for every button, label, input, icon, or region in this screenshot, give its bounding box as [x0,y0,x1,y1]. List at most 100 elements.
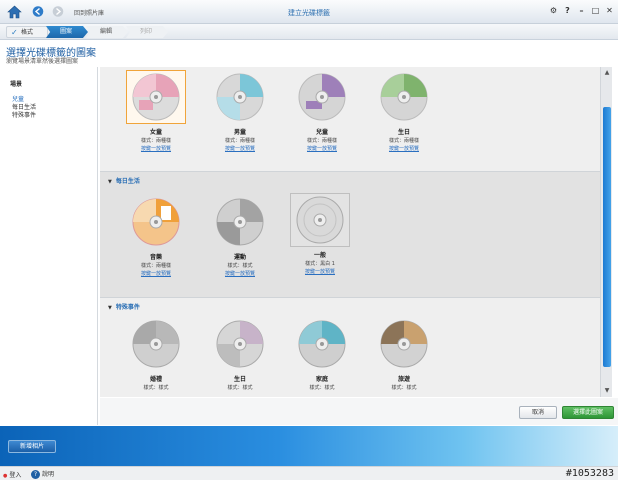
photo-tray: 新增相片 [0,426,618,466]
preview-link[interactable]: 按鍵一放預覽 [374,145,434,152]
minimize-icon[interactable]: – [577,6,586,15]
design-name: 婚禮 [149,376,162,383]
collapse-arrow-icon[interactable]: ▼ [108,179,112,185]
home-icon[interactable] [7,5,22,19]
design-item-sports[interactable]: 運動 樣式：樣式 按鍵一放預覽 [210,195,270,277]
status-bar: ● 登入 ? 說明 #1053283 [0,466,618,480]
section-divider [100,171,600,172]
design-thumbnail[interactable] [210,195,270,249]
scroll-down-icon[interactable]: ▼ [603,387,611,395]
preview-link[interactable]: 按鍵一放預覽 [210,270,270,277]
step-label: 列印 [140,28,153,35]
sidebar-item-daily-life[interactable]: 每日生活 [12,104,36,112]
design-thumbnail[interactable] [210,70,270,124]
design-item-event-birthday[interactable]: 生日 樣式：樣式 [210,317,270,391]
design-style: 樣式：兩種樣 [306,138,337,144]
design-name: 生日 [397,129,410,136]
design-item-girl[interactable]: 女童 樣式：兩種樣 按鍵一放預覽 [126,70,186,152]
design-item-birthday[interactable]: 生日 樣式：兩種樣 按鍵一放預覽 [374,70,434,152]
step-label: 圖案 [60,28,73,35]
section-header[interactable]: ▼ 每日生活 [108,176,140,185]
design-thumbnail[interactable] [292,70,352,124]
step-label: 格式 [21,29,34,36]
title-bar: 回到照片庫 建立光碟標籤 ⚙ ? – □ ✕ [0,0,618,24]
step-tab-design[interactable]: 圖案 [46,26,88,38]
add-photos-button[interactable]: 新增相片 [8,440,56,453]
disc-icon [298,320,346,368]
preview-link[interactable]: 按鍵一放預覽 [126,145,186,152]
design-thumbnail[interactable] [210,317,270,371]
design-thumbnail[interactable] [292,317,352,371]
scroll-thumb[interactable] [603,107,611,367]
back-to-library-link[interactable]: 回到照片庫 [74,8,104,17]
design-style: 樣式：兩種樣 [140,138,171,144]
disc-icon [132,198,180,246]
design-thumbnail[interactable] [126,317,186,371]
sidebar-item-special-events[interactable]: 特殊事件 [12,112,36,120]
back-arrow-icon[interactable] [32,6,44,17]
disc-icon [216,320,264,368]
design-item-children[interactable]: 兒童 樣式：兩種樣 按鍵一放預覽 [292,70,352,152]
window-title: 建立光碟標籤 [288,9,330,17]
design-item-boy[interactable]: 男童 樣式：兩種樣 按鍵一放預覽 [210,70,270,152]
design-name: 運動 [233,254,246,261]
disc-icon [132,320,180,368]
close-icon[interactable]: ✕ [605,6,614,15]
status-dot-icon: ● [3,473,8,479]
design-thumbnail[interactable] [374,70,434,124]
section-divider [100,297,600,298]
design-item-family[interactable]: 家庭 樣式：樣式 [292,317,352,391]
disc-icon [380,73,428,121]
design-name: 一般 [313,252,326,259]
design-style: 樣式：樣式 [227,263,253,269]
design-style: 樣式：兩種樣 [224,138,255,144]
design-thumbnail[interactable] [126,195,186,249]
design-thumbnail[interactable] [374,317,434,371]
maximize-icon[interactable]: □ [591,6,600,15]
disc-icon [216,198,264,246]
forward-arrow-icon[interactable] [52,6,64,17]
design-style: 樣式：樣式 [227,385,253,391]
help-icon[interactable]: ? [563,6,572,15]
page-subtitle: 瀏覽場景清單然後選擇圖案 [6,58,79,65]
gallery-scrollbar[interactable]: ▲ ▼ [600,67,612,397]
preview-link[interactable]: 按鍵一放預覽 [210,145,270,152]
step-tab-format[interactable]: ✓ 格式 [6,26,48,38]
dialog-footer: 取消 選擇此圖案 [100,398,618,425]
section-title: 特殊事件 [115,304,140,311]
design-item-travel[interactable]: 旅遊 樣式：樣式 [374,317,434,391]
design-style: 樣式：兩種樣 [388,138,419,144]
preview-link[interactable]: 按鍵一放預覽 [126,270,186,277]
design-name: 音樂 [149,254,162,261]
section-daily-life: ▼ 每日生活 音樂 樣式：兩種樣 按鍵一放預覽 運動 樣式：樣式 按鍵一放預覽 … [100,171,600,297]
design-style: 樣式：樣式 [143,385,169,391]
help-link[interactable]: ? 說明 [31,469,54,479]
design-thumbnail[interactable] [290,193,350,247]
login-link[interactable]: ● 登入 [3,470,21,479]
check-icon: ✓ [11,28,18,37]
design-style: 樣式：樣式 [309,385,335,391]
choose-design-button[interactable]: 選擇此圖案 [562,406,614,419]
step-tab-print: 列印 [126,26,168,38]
scene-list: 兒童 每日生活 特殊事件 [12,96,36,120]
cancel-button[interactable]: 取消 [519,406,557,419]
design-item-general[interactable]: 一般 樣式：黑白 1 按鍵一放預覽 [290,193,350,275]
sidebar-heading: 場景 [10,81,23,88]
help-circle-icon: ? [31,470,40,479]
design-thumbnail[interactable] [126,70,186,124]
design-item-wedding[interactable]: 婚禮 樣式：樣式 [126,317,186,391]
design-style: 樣式：黑白 1 [305,261,335,267]
design-name: 女童 [149,129,162,136]
help-label: 說明 [42,471,55,478]
sidebar-item-kids[interactable]: 兒童 [12,96,36,104]
disc-icon [298,73,346,121]
section-header[interactable]: ▼ 特殊事件 [108,302,140,311]
step-label: 編輯 [100,28,113,35]
collapse-arrow-icon[interactable]: ▼ [108,305,112,311]
gear-icon[interactable]: ⚙ [549,6,558,15]
scroll-up-icon[interactable]: ▲ [603,69,611,77]
design-item-music[interactable]: 音樂 樣式：兩種樣 按鍵一放預覽 [126,195,186,277]
step-tab-edit[interactable]: 編輯 [86,26,128,38]
preview-link[interactable]: 按鍵一放預覽 [290,268,350,275]
preview-link[interactable]: 按鍵一放預覽 [292,145,352,152]
